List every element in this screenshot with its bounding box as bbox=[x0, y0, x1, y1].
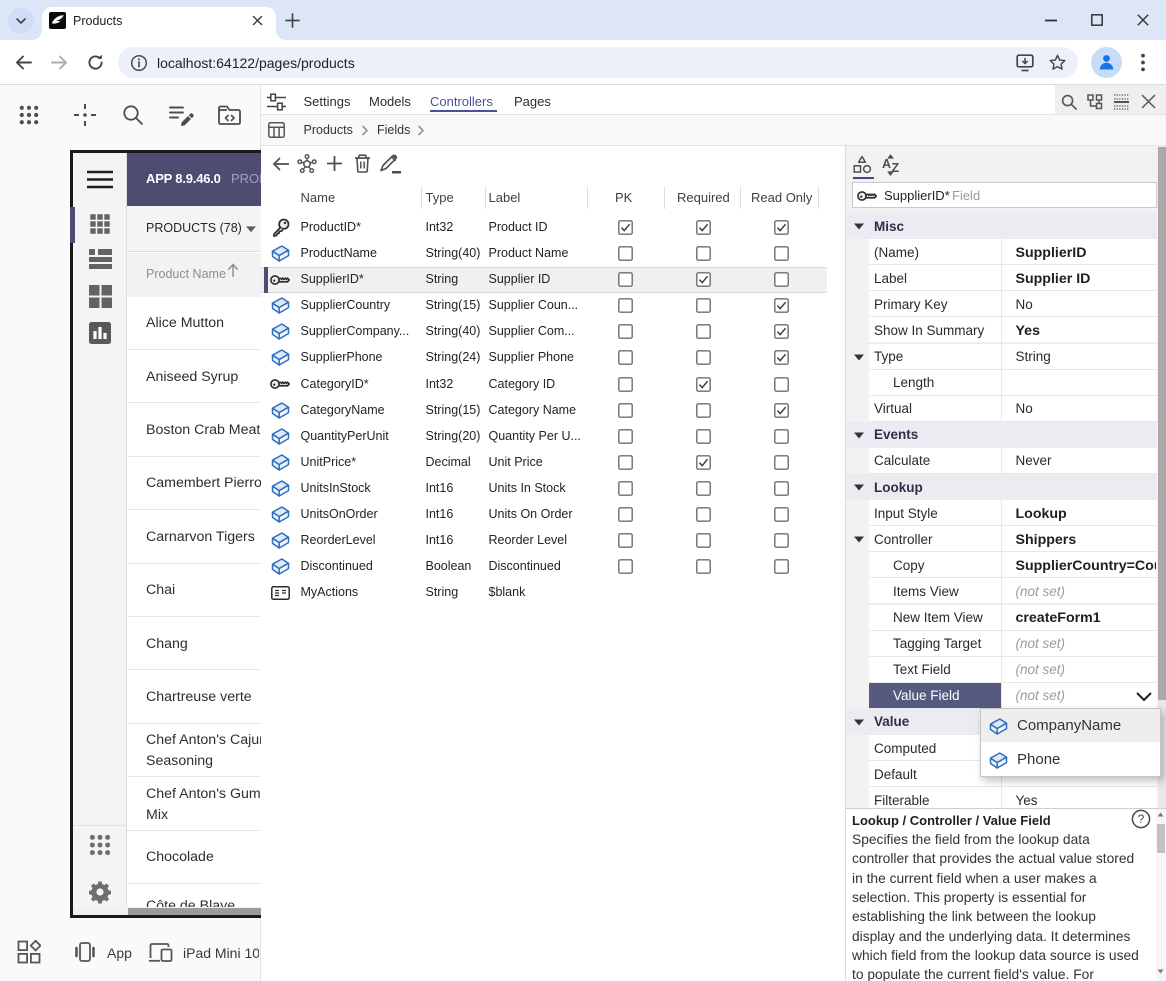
svg-text:?: ? bbox=[1138, 812, 1145, 826]
